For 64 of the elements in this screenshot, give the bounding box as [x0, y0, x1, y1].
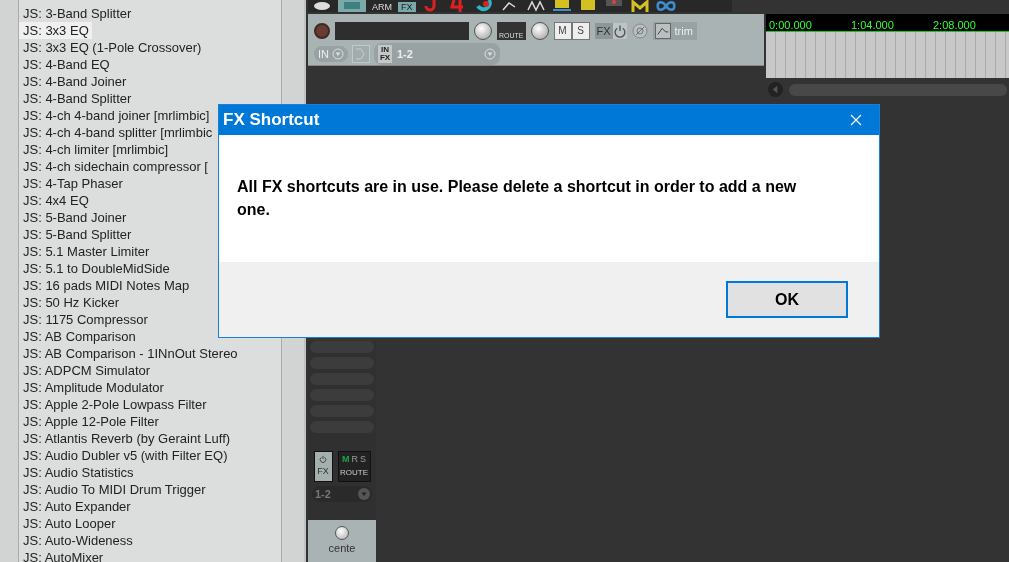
fx-list-item[interactable]: JS: 4-Band Splitter [19, 90, 135, 107]
fx-list-item[interactable]: JS: 5.1 to DoubleMidSide [19, 260, 173, 277]
fx-list-item[interactable]: JS: 4-ch sidechain compressor [ [19, 158, 211, 175]
scroll-left-icon[interactable] [768, 82, 783, 97]
dropdown-icon [358, 488, 370, 500]
pan-label: cente [328, 542, 356, 554]
fx-list-item[interactable]: JS: 3x3 EQ (1-Pole Crossover) [19, 39, 205, 56]
fx-list-item[interactable]: JS: 50 Hz Kicker [19, 294, 123, 311]
fx-list-item[interactable]: JS: 16 pads MIDI Notes Map [19, 277, 193, 294]
fx-list-item[interactable]: JS: 4-Tap Phaser [19, 175, 126, 192]
fx-list-item[interactable]: JS: Apple 12-Pole Filter [19, 413, 162, 430]
fx-list-item[interactable]: JS: 5-Band Splitter [19, 226, 135, 243]
fx-list-item[interactable]: JS: 4x4 EQ [19, 192, 92, 209]
fx-list-item[interactable]: JS: Auto Looper [19, 515, 119, 532]
pan-knob[interactable] [335, 526, 349, 540]
fx-list-item[interactable]: JS: 4-ch 4-band splitter [mrlimbic [19, 124, 216, 141]
fx-list-item[interactable]: JS: 1175 Compressor [19, 311, 151, 328]
volume-knob[interactable] [474, 21, 492, 40]
ok-button[interactable]: OK [726, 281, 848, 318]
infinity-icon[interactable] [655, 0, 676, 12]
dropdown-icon [332, 47, 344, 60]
zigzag-icon[interactable] [525, 0, 546, 12]
tray-icon[interactable] [551, 0, 572, 12]
track-name-field[interactable] [335, 21, 469, 40]
fx-list-item[interactable]: JS: 4-ch limiter [mrlimbic] [19, 141, 172, 158]
record-arm-button[interactable] [314, 22, 330, 39]
fx-button[interactable]: FX [594, 22, 613, 39]
m-icon[interactable] [629, 0, 650, 12]
time-label: 1:04.000 [851, 19, 895, 31]
dropdown-icon [482, 47, 496, 60]
fx-list-item[interactable]: JS: 5-Band Joiner [19, 209, 130, 226]
arm-button[interactable]: ARM [372, 2, 392, 12]
fx-list-item[interactable]: JS: Auto Expander [19, 498, 134, 515]
mute-button[interactable]: M [553, 21, 572, 40]
close-icon[interactable] [850, 114, 862, 126]
timeline-ruler[interactable]: 0:00.000 1:04.000 2:08.000 [766, 14, 1009, 32]
fx-list-item[interactable]: JS: ADPCM Simulator [19, 362, 154, 379]
fx-list-item[interactable]: JS: AutoMixer [19, 549, 107, 562]
fx-list-item[interactable]: JS: Amplitude Modulator [19, 379, 167, 396]
fx-list-item[interactable]: JS: 4-Band Joiner [19, 73, 130, 90]
fx-list-item[interactable]: JS: Apple 2-Pole Lowpass Filter [19, 396, 210, 413]
fx-list-item[interactable]: JS: Atlantis Reverb (by Geraint Luff) [19, 430, 234, 447]
fx-list-item[interactable]: JS: 4-ch 4-band joiner [mrlimbic] [19, 107, 213, 124]
fx-button[interactable]: FX [398, 2, 416, 12]
fx-list-item[interactable]: JS: Audio To MIDI Drum Trigger [19, 481, 209, 498]
fx-list-item[interactable]: JS: AB Comparison - 1INnOut Stereo [19, 345, 241, 362]
fx-list-item[interactable]: JS: 5.1 Master Limiter [19, 243, 153, 260]
pan-knob[interactable] [530, 21, 549, 40]
fx-list-item[interactable]: JS: 3-Band Splitter [19, 5, 135, 22]
solo-button[interactable]: S [571, 21, 590, 40]
fx-list-item[interactable]: JS: Audio Dubler v5 (with Filter EQ) [19, 447, 231, 464]
fx-list-item[interactable]: JS: AB Comparison [19, 328, 139, 345]
dialog-message: All FX shortcuts are in use. Please delete a shortcut in order to add a new one. [237, 177, 798, 220]
fx-list-item[interactable]: JS: 3x3 EQ [19, 22, 92, 39]
dialog-title: FX Shortcut [223, 110, 320, 130]
fx-list-item[interactable]: JS: Auto-Wideness [19, 532, 136, 549]
time-label: 0:00.000 [769, 19, 813, 31]
fx-button[interactable]: FX [313, 451, 333, 482]
fx-list-item[interactable]: JS: 4-Band EQ [19, 56, 113, 73]
phase-icon[interactable] [631, 22, 648, 39]
time-label: 2:08.000 [933, 19, 977, 31]
envelope-icon [654, 22, 671, 39]
route-button[interactable]: M R S ROUTE [337, 451, 371, 482]
fx-list-item[interactable]: JS: Audio Statistics [19, 464, 137, 481]
